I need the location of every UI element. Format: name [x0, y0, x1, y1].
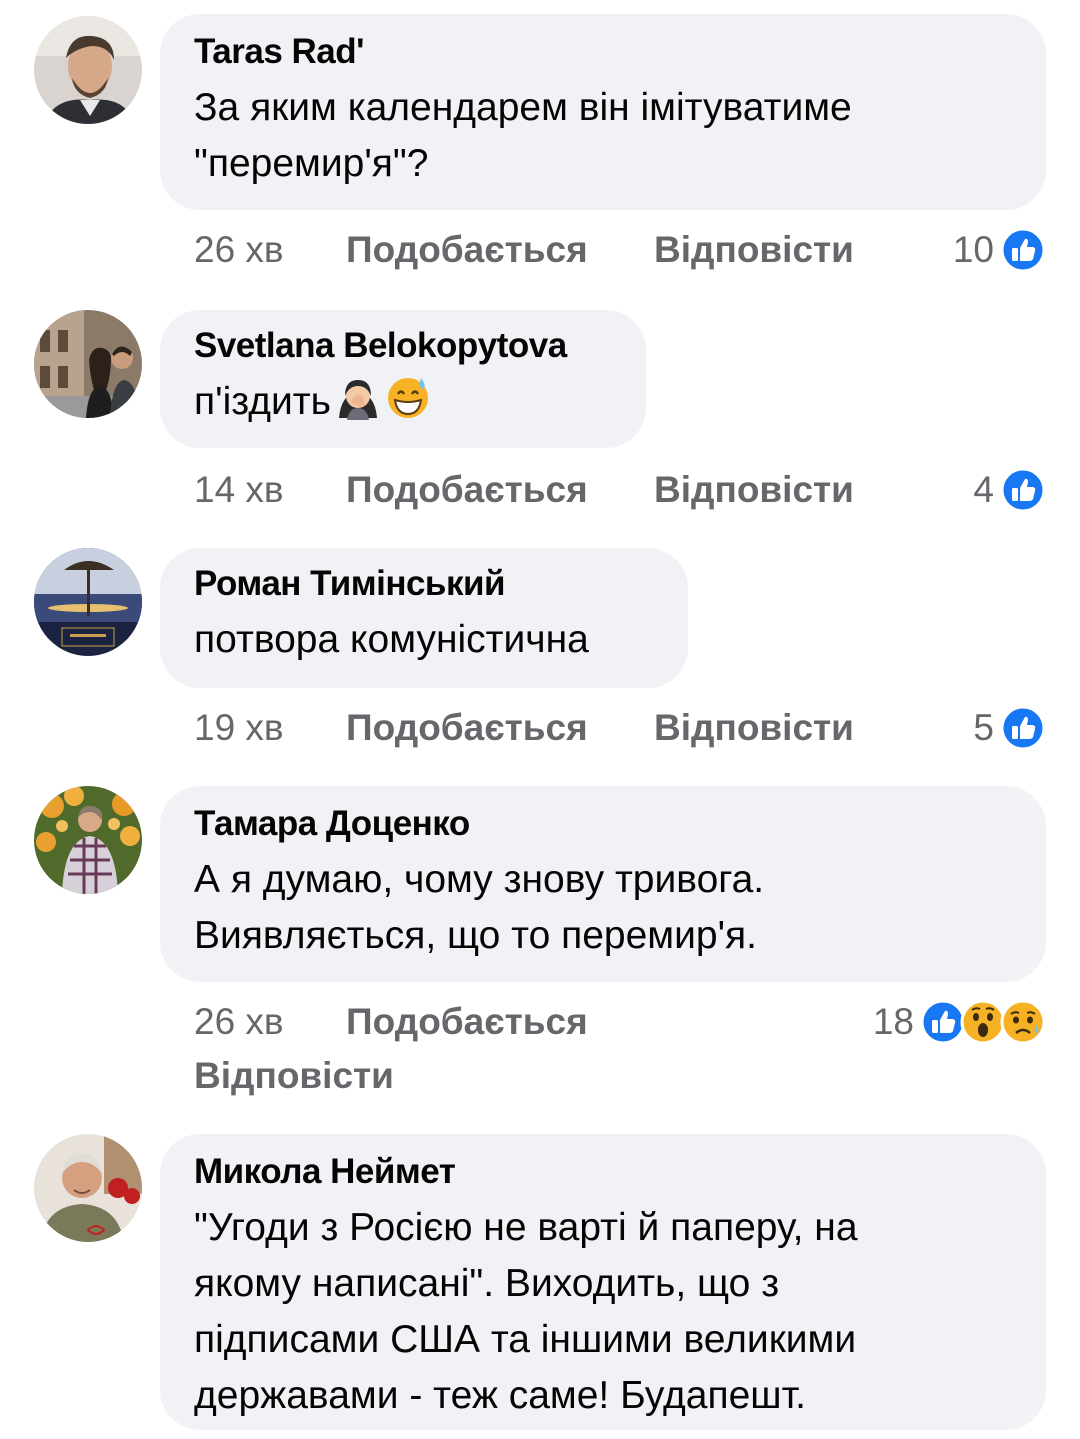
reaction-count: 10 [952, 229, 994, 270]
author-name[interactable]: Taras Rad' [194, 30, 1012, 74]
author-name[interactable]: Тамара Доценко [194, 802, 1012, 846]
woman-facepalming-emoji [338, 380, 377, 420]
comment-text-line: підписами США та іншими великими [194, 1318, 857, 1361]
avatar[interactable] [34, 16, 142, 124]
comment-text-line: "перемир'я"? [194, 142, 429, 185]
comment-text-line: потвора комуністична [194, 618, 589, 661]
timestamp[interactable]: 26 хв [194, 996, 346, 1048]
comment-actions: 26 хв Подобається Відповісти [194, 224, 854, 276]
comment-actions: 19 хв Подобається Відповісти [194, 702, 854, 754]
avatar[interactable] [34, 786, 142, 894]
reaction-count: 5 [973, 707, 994, 748]
user-photo-icon [34, 310, 142, 418]
reply-button[interactable]: Відповісти [654, 702, 854, 754]
reply-button[interactable]: Відповісти [654, 224, 854, 276]
user-photo-icon [34, 786, 142, 894]
reaction-summary[interactable]: 10 [953, 224, 1046, 276]
sad-icon [1000, 999, 1046, 1045]
comment-text-line: п'іздить [194, 374, 612, 430]
like-button[interactable]: Подобається [346, 464, 654, 516]
author-name[interactable]: Svetlana Belokopytova [194, 324, 612, 368]
user-photo-icon [34, 548, 142, 656]
reaction-count: 4 [973, 469, 994, 510]
grinning-sweat-emoji [387, 378, 428, 418]
comment-bubble: Роман Тимінський потвора комуністична [160, 548, 688, 688]
like-icon [1000, 467, 1046, 513]
comment-text-line: А я думаю, чому знову тривога. [194, 858, 765, 901]
like-button[interactable]: Подобається [346, 702, 654, 754]
comment-actions: 14 хв Подобається Відповісти [194, 464, 854, 516]
user-photo-icon [34, 1134, 142, 1242]
timestamp[interactable]: 14 хв [194, 464, 346, 516]
avatar[interactable] [34, 1134, 142, 1242]
like-button[interactable]: Подобається [346, 224, 654, 276]
author-name[interactable]: Микола Неймет [194, 1150, 1012, 1194]
reply-button[interactable]: Відповісти [654, 464, 854, 516]
reaction-count: 18 [872, 1001, 914, 1042]
comment-text-line: "Угоди з Росією не варті й паперу, на [194, 1206, 858, 1249]
timestamp[interactable]: 26 хв [194, 224, 346, 276]
user-photo-icon [34, 16, 142, 124]
comment-bubble: Микола Неймет "Угоди з Росією не варті й… [160, 1134, 1046, 1430]
comment-bubble: Svetlana Belokopytova п'іздить [160, 310, 646, 448]
comment-text-line: Виявляється, що то перемир'я. [194, 914, 757, 957]
comment-text: п'іздить [194, 380, 331, 423]
reaction-summary[interactable]: 5 [973, 702, 1046, 754]
reaction-summary[interactable]: 18 [873, 996, 1046, 1048]
author-name[interactable]: Роман Тимінський [194, 562, 654, 606]
reaction-icons [920, 999, 1046, 1045]
comment-actions: Відповісти [194, 1050, 394, 1102]
avatar[interactable] [34, 310, 142, 418]
comment-text-line: державами - теж саме! Будапешт. [194, 1374, 806, 1417]
like-icon [1000, 227, 1046, 273]
comment-text-line: За яким календарем він імітуватиме [194, 86, 852, 129]
comment-text-line: якому написані". Виходить, що з [194, 1262, 780, 1305]
comment-actions: 26 хв Подобається [194, 996, 654, 1048]
like-button[interactable]: Подобається [346, 996, 654, 1048]
avatar[interactable] [34, 548, 142, 656]
comment-bubble: Тамара Доценко А я думаю, чому знову три… [160, 786, 1046, 982]
reply-button[interactable]: Відповісти [194, 1050, 394, 1102]
timestamp[interactable]: 19 хв [194, 702, 346, 754]
comment-bubble: Taras Rad' За яким календарем він імітув… [160, 14, 1046, 210]
reaction-summary[interactable]: 4 [973, 464, 1046, 516]
like-icon [1000, 705, 1046, 751]
